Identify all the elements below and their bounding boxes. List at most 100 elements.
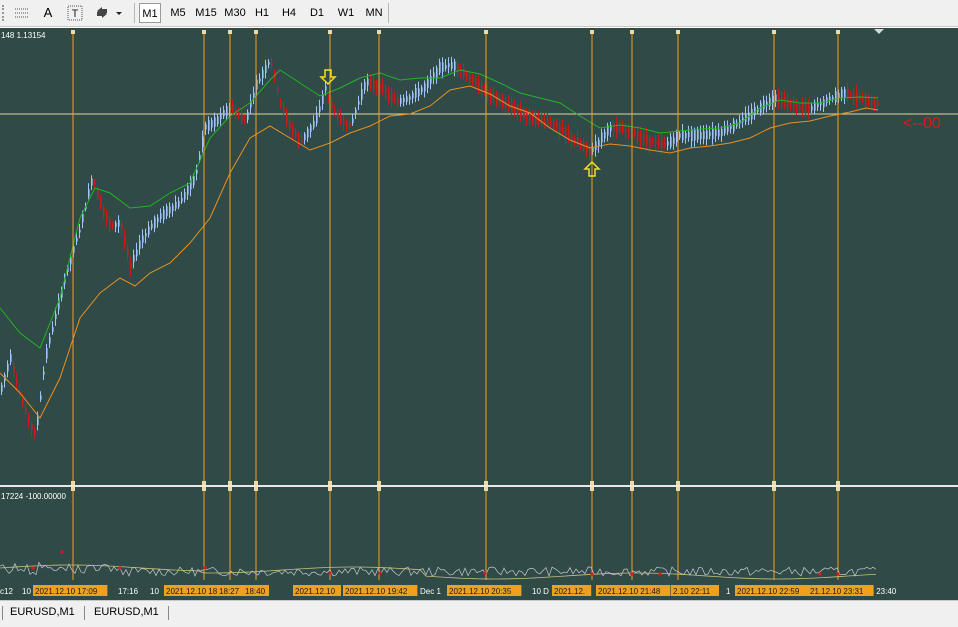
candle-body (409, 96, 411, 100)
candle-body (850, 93, 852, 97)
time-axis-label: 10 (150, 587, 159, 596)
candle-body (148, 226, 150, 235)
time-marker-handle (254, 487, 258, 491)
chart-tab-bar: EURUSD,M1 EURUSD,M1 (0, 600, 958, 627)
candle-body (454, 61, 456, 71)
candle-body (118, 219, 120, 227)
candle-body (604, 131, 606, 139)
candle-body (115, 222, 117, 228)
timeframe-m30-button[interactable]: M30 (222, 3, 248, 23)
candle-body (793, 101, 795, 111)
candle-body (778, 92, 780, 104)
candle-body (295, 132, 297, 137)
candle-body (517, 106, 519, 115)
price-chart[interactable]: c12 10 17:16 10 Dec 1 10 D 1 c 23:40 2021.12.10 … (0, 28, 958, 600)
candle-body (841, 89, 843, 98)
candle-body (466, 73, 468, 79)
candle-body (745, 113, 747, 122)
timeframe-h1-button[interactable]: H1 (251, 3, 273, 23)
text-label-tool-icon[interactable]: T (64, 3, 86, 23)
indicator-signal-dot (60, 550, 64, 554)
chart-shift-icon (874, 29, 884, 34)
candle-body (568, 130, 570, 140)
candle-body (865, 94, 867, 106)
time-axis-label: c12 (0, 587, 13, 596)
candle-body (553, 120, 555, 129)
candle-body (388, 91, 390, 100)
candle-body (238, 112, 240, 118)
time-axis-label: Dec 1 (420, 587, 441, 596)
candle-body (394, 98, 396, 103)
timeframe-w1-button[interactable]: W1 (334, 3, 358, 23)
candle-body (109, 219, 111, 229)
candle-body (868, 100, 870, 105)
candle-body (178, 200, 180, 208)
candle-body (718, 129, 720, 137)
candle-body (112, 223, 114, 228)
timeframe-d1-button[interactable]: D1 (306, 3, 328, 23)
candle-body (667, 141, 669, 146)
candle-body (664, 142, 666, 147)
candle-body (805, 103, 807, 112)
candle-body (367, 78, 369, 86)
time-marker-handle (772, 487, 776, 491)
timeframe-mn-button[interactable]: MN (362, 3, 386, 23)
candle-body (127, 249, 129, 256)
candle-body (511, 102, 513, 113)
candle-body (34, 431, 36, 437)
svg-text:T: T (72, 8, 79, 20)
candle-body (649, 137, 651, 148)
candle-body (52, 326, 54, 333)
candle-body (265, 65, 267, 73)
candle-body (448, 63, 450, 68)
candle-body (247, 111, 249, 120)
tab-eurusd-m1-1[interactable]: EURUSD,M1 (10, 606, 75, 618)
candle-body (844, 88, 846, 98)
candle-body (463, 68, 465, 77)
pane-divider[interactable] (0, 485, 958, 487)
candle-body (418, 88, 420, 97)
arrows-tool-icon[interactable] (92, 3, 126, 23)
time-marker-handle (772, 30, 776, 34)
candle-body (682, 130, 684, 141)
time-axis-label: 17:16 (118, 587, 139, 596)
candle-body (583, 143, 585, 150)
candle-body (817, 103, 819, 108)
time-marker-badge-label: 21.12.10 23:31 (810, 587, 864, 596)
candle-body (385, 88, 387, 95)
candle-body (43, 371, 45, 375)
tab-eurusd-m1-2[interactable]: EURUSD,M1 (94, 606, 159, 618)
time-marker-handle (71, 487, 75, 491)
candle-body (55, 313, 57, 320)
candle-body (205, 124, 207, 130)
time-marker-handle (202, 30, 206, 34)
candle-body (586, 144, 588, 153)
timeframe-m5-button[interactable]: M5 (166, 3, 190, 23)
moving-average-orange-line (0, 85, 879, 419)
text-tool-button[interactable]: A (37, 3, 59, 23)
chart-area[interactable]: c12 10 17:16 10 Dec 1 10 D 1 c 23:40 2021.12.10 … (0, 28, 958, 600)
candle-body (790, 102, 792, 107)
candle-body (310, 125, 312, 132)
candle-body (94, 181, 96, 186)
timeframe-h4-button[interactable]: H4 (278, 3, 300, 23)
candle-body (262, 70, 264, 79)
candle-body (136, 249, 138, 257)
time-marker-handle (676, 487, 680, 491)
hline-tool-icon[interactable] (11, 3, 33, 23)
time-axis-label: 10 (22, 587, 31, 596)
indicator-signal-dot (118, 566, 122, 570)
candle-body (259, 78, 261, 82)
candle-body (439, 61, 441, 73)
candle-body (835, 91, 837, 103)
candle-body (31, 423, 33, 430)
candle-body (151, 223, 153, 229)
timeframe-m1-button[interactable]: M1 (139, 3, 161, 23)
candle-body (565, 128, 567, 138)
candle-body (673, 137, 675, 144)
time-marker-handle (484, 30, 488, 34)
toolbar-grip (2, 5, 8, 21)
tab-separator (84, 606, 85, 620)
candle-body (163, 209, 165, 220)
timeframe-m15-button[interactable]: M15 (193, 3, 219, 23)
